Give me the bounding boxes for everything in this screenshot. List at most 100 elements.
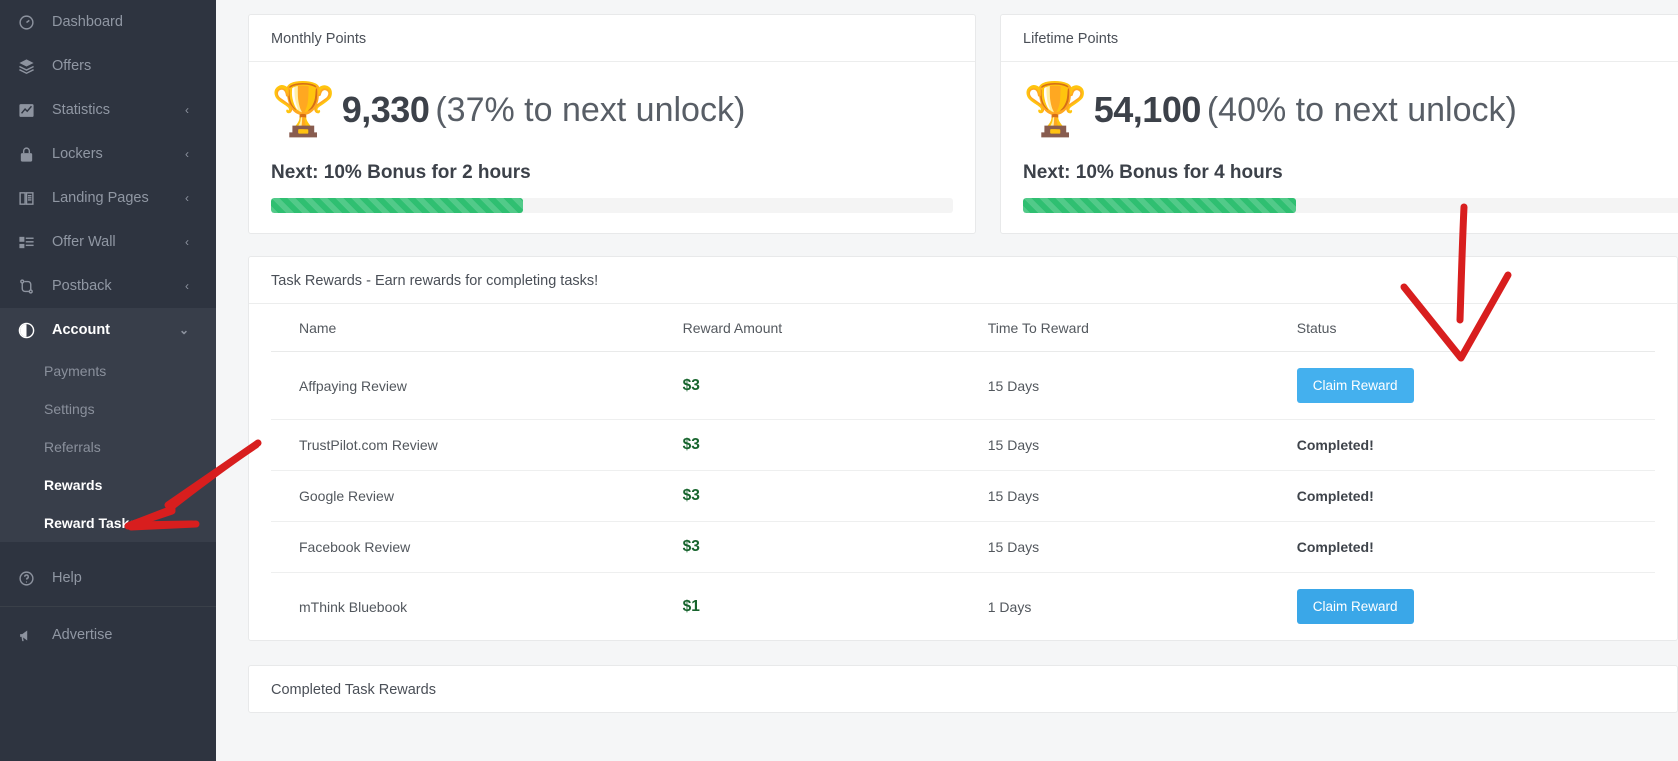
table-row: Google Review $3 15 Days Completed! — [271, 470, 1655, 522]
monthly-unlock-text: (37% to next unlock) — [435, 90, 746, 129]
cell-time-to-reward: 1 Days — [987, 598, 1032, 615]
sidebar-subitem-label: Referrals — [44, 439, 101, 455]
sidebar-item-landing-pages[interactable]: Landing Pages ‹ — [0, 176, 216, 220]
chevron-left-icon: ‹ — [185, 147, 189, 161]
cell-status: Completed! — [1296, 470, 1655, 522]
sidebar-item-help[interactable]: Help — [0, 556, 216, 600]
sidebar-item-payments[interactable]: Payments — [0, 352, 216, 390]
sidebar-item-label: Account — [52, 322, 110, 338]
sidebar-group-account: Account ⌄ Payments Settings Referrals Re… — [0, 308, 216, 542]
card-body: 🏆 54,100 (40% to next unlock) Next: 10% … — [1001, 62, 1678, 233]
sidebar-item-reward-tasks[interactable]: Reward Tasks — [0, 504, 216, 542]
trophy-icon: 🏆 — [1023, 81, 1088, 139]
chevron-down-icon: ⌄ — [178, 323, 189, 337]
cell-status: Claim Reward — [1296, 573, 1655, 641]
lifetime-progress-fill — [1023, 198, 1296, 213]
sidebar-item-label: Landing Pages — [52, 190, 149, 206]
cell-task-name: mThink Bluebook — [299, 598, 408, 615]
claim-reward-button[interactable]: Claim Reward — [1296, 589, 1414, 624]
trophy-icon: 🏆 — [271, 81, 336, 139]
cell-task-name: Affpaying Review — [271, 351, 683, 420]
sidebar-item-label: Offers — [52, 58, 92, 74]
lock-icon — [18, 146, 42, 163]
chevron-left-icon: ‹ — [185, 235, 189, 249]
cell-task-name: Google Review — [271, 470, 683, 522]
sidebar-item-postback[interactable]: Postback ‹ — [0, 264, 216, 308]
status-badge: Completed! — [1296, 539, 1374, 555]
cell-status: Completed! — [1296, 419, 1655, 471]
sidebar-subitem-label: Settings — [44, 401, 95, 417]
sidebar-item-account[interactable]: Account ⌄ — [0, 308, 216, 352]
sidebar-item-referrals[interactable]: Referrals — [0, 428, 216, 466]
column-header-time: Time To Reward — [987, 304, 1297, 352]
cell-time-to-reward: 15 Days — [987, 521, 1297, 573]
task-rewards-table: Name Reward Amount Time To Reward Status… — [271, 304, 1655, 640]
sidebar-subitem-label: Reward Tasks — [44, 515, 138, 531]
account-icon — [18, 322, 42, 339]
sidebar-item-rewards[interactable]: Rewards — [0, 466, 216, 504]
chart-icon — [18, 102, 42, 119]
monthly-points-value: 9,330 — [341, 89, 430, 130]
lifetime-points-card: Lifetime Points 🏆 54,100 (40% to next un… — [1000, 14, 1678, 234]
table-row: mThink Bluebook $1 1 Days Claim Reward — [271, 573, 1655, 641]
sidebar-item-advertise[interactable]: Advertise — [0, 613, 216, 657]
completed-rewards-title: Completed Task Rewards — [271, 682, 436, 698]
app-root: Dashboard Offers Statistics ‹ Lockers ‹ — [0, 0, 1678, 761]
lifetime-points-value: 54,100 — [1093, 89, 1202, 130]
sidebar-item-lockers[interactable]: Lockers ‹ — [0, 132, 216, 176]
column-header-status: Status — [1296, 304, 1655, 352]
reward-amount-value: $3 — [682, 436, 700, 453]
cell-time-to-reward: 15 Days — [987, 419, 1297, 471]
cell-task-name: TrustPilot.com Review — [271, 419, 683, 471]
layers-icon — [18, 58, 42, 75]
sidebar: Dashboard Offers Statistics ‹ Lockers ‹ — [0, 0, 216, 761]
lifetime-unlock-text: (40% to next unlock) — [1206, 90, 1517, 129]
monthly-next-bonus-text: Next: 10% Bonus for 2 hours — [271, 162, 531, 183]
status-badge: Completed! — [1296, 488, 1374, 504]
chevron-left-icon: ‹ — [185, 279, 189, 293]
points-line: 🏆 9,330 (37% to next unlock) — [271, 84, 953, 136]
cell-time-to-reward: 15 Days — [987, 470, 1297, 522]
sidebar-item-statistics[interactable]: Statistics ‹ — [0, 88, 216, 132]
lifetime-progress-bar — [1023, 198, 1678, 213]
cell-reward-amount: $1 — [683, 573, 988, 641]
sidebar-item-dashboard[interactable]: Dashboard — [0, 0, 216, 44]
reward-amount-value: $1 — [682, 597, 700, 615]
sidebar-subitem-label: Rewards — [44, 477, 103, 493]
sidebar-item-offers[interactable]: Offers — [0, 44, 216, 88]
task-rewards-card: Task Rewards - Earn rewards for completi… — [248, 256, 1678, 641]
claim-reward-button[interactable]: Claim Reward — [1296, 368, 1414, 403]
column-header-name: Name — [271, 304, 683, 352]
sidebar-item-label: Postback — [52, 278, 112, 294]
cell-reward-amount: $3 — [682, 419, 988, 471]
cell-reward-amount: $3 — [682, 470, 988, 522]
sidebar-item-settings[interactable]: Settings — [0, 390, 216, 428]
reward-amount-value: $3 — [682, 376, 700, 394]
cell-status: Claim Reward — [1296, 351, 1655, 420]
monthly-progress-fill — [271, 198, 524, 213]
cell-reward-amount: $3 — [682, 521, 988, 573]
monthly-progress-bar — [271, 198, 953, 213]
chevron-left-icon: ‹ — [185, 103, 189, 117]
sidebar-item-label: Offer Wall — [52, 234, 116, 250]
monthly-points-card: Monthly Points 🏆 9,330 (37% to next unlo… — [248, 14, 976, 234]
card-body: 🏆 9,330 (37% to next unlock) Next: 10% B… — [249, 62, 975, 233]
table-row: TrustPilot.com Review $3 15 Days Completed! — [271, 419, 1655, 471]
main-content: Monthly Points 🏆 9,330 (37% to next unlo… — [216, 0, 1678, 761]
sidebar-item-offer-wall[interactable]: Offer Wall ‹ — [0, 220, 216, 264]
help-icon — [18, 570, 42, 587]
table-row: Affpaying Review $3 15 Days Claim Reward — [271, 351, 1655, 420]
sidebar-item-label: Help — [52, 570, 82, 586]
column-header-amount: Reward Amount — [682, 304, 988, 352]
card-title: Lifetime Points — [1001, 15, 1678, 62]
postback-icon — [18, 278, 42, 295]
completed-task-rewards-card: Completed Task Rewards — [248, 665, 1678, 713]
chevron-left-icon: ‹ — [185, 191, 189, 205]
table-body: Affpaying Review $3 15 Days Claim Reward Tru… — [271, 351, 1655, 641]
book-icon — [18, 190, 42, 207]
card-title: Monthly Points — [249, 15, 975, 62]
status-badge: Completed! — [1296, 437, 1374, 453]
table-header-row: Name Reward Amount Time To Reward Status — [271, 304, 1655, 352]
task-rewards-title: Task Rewards - Earn rewards for completi… — [249, 257, 1677, 304]
sidebar-item-label: Dashboard — [52, 14, 123, 30]
